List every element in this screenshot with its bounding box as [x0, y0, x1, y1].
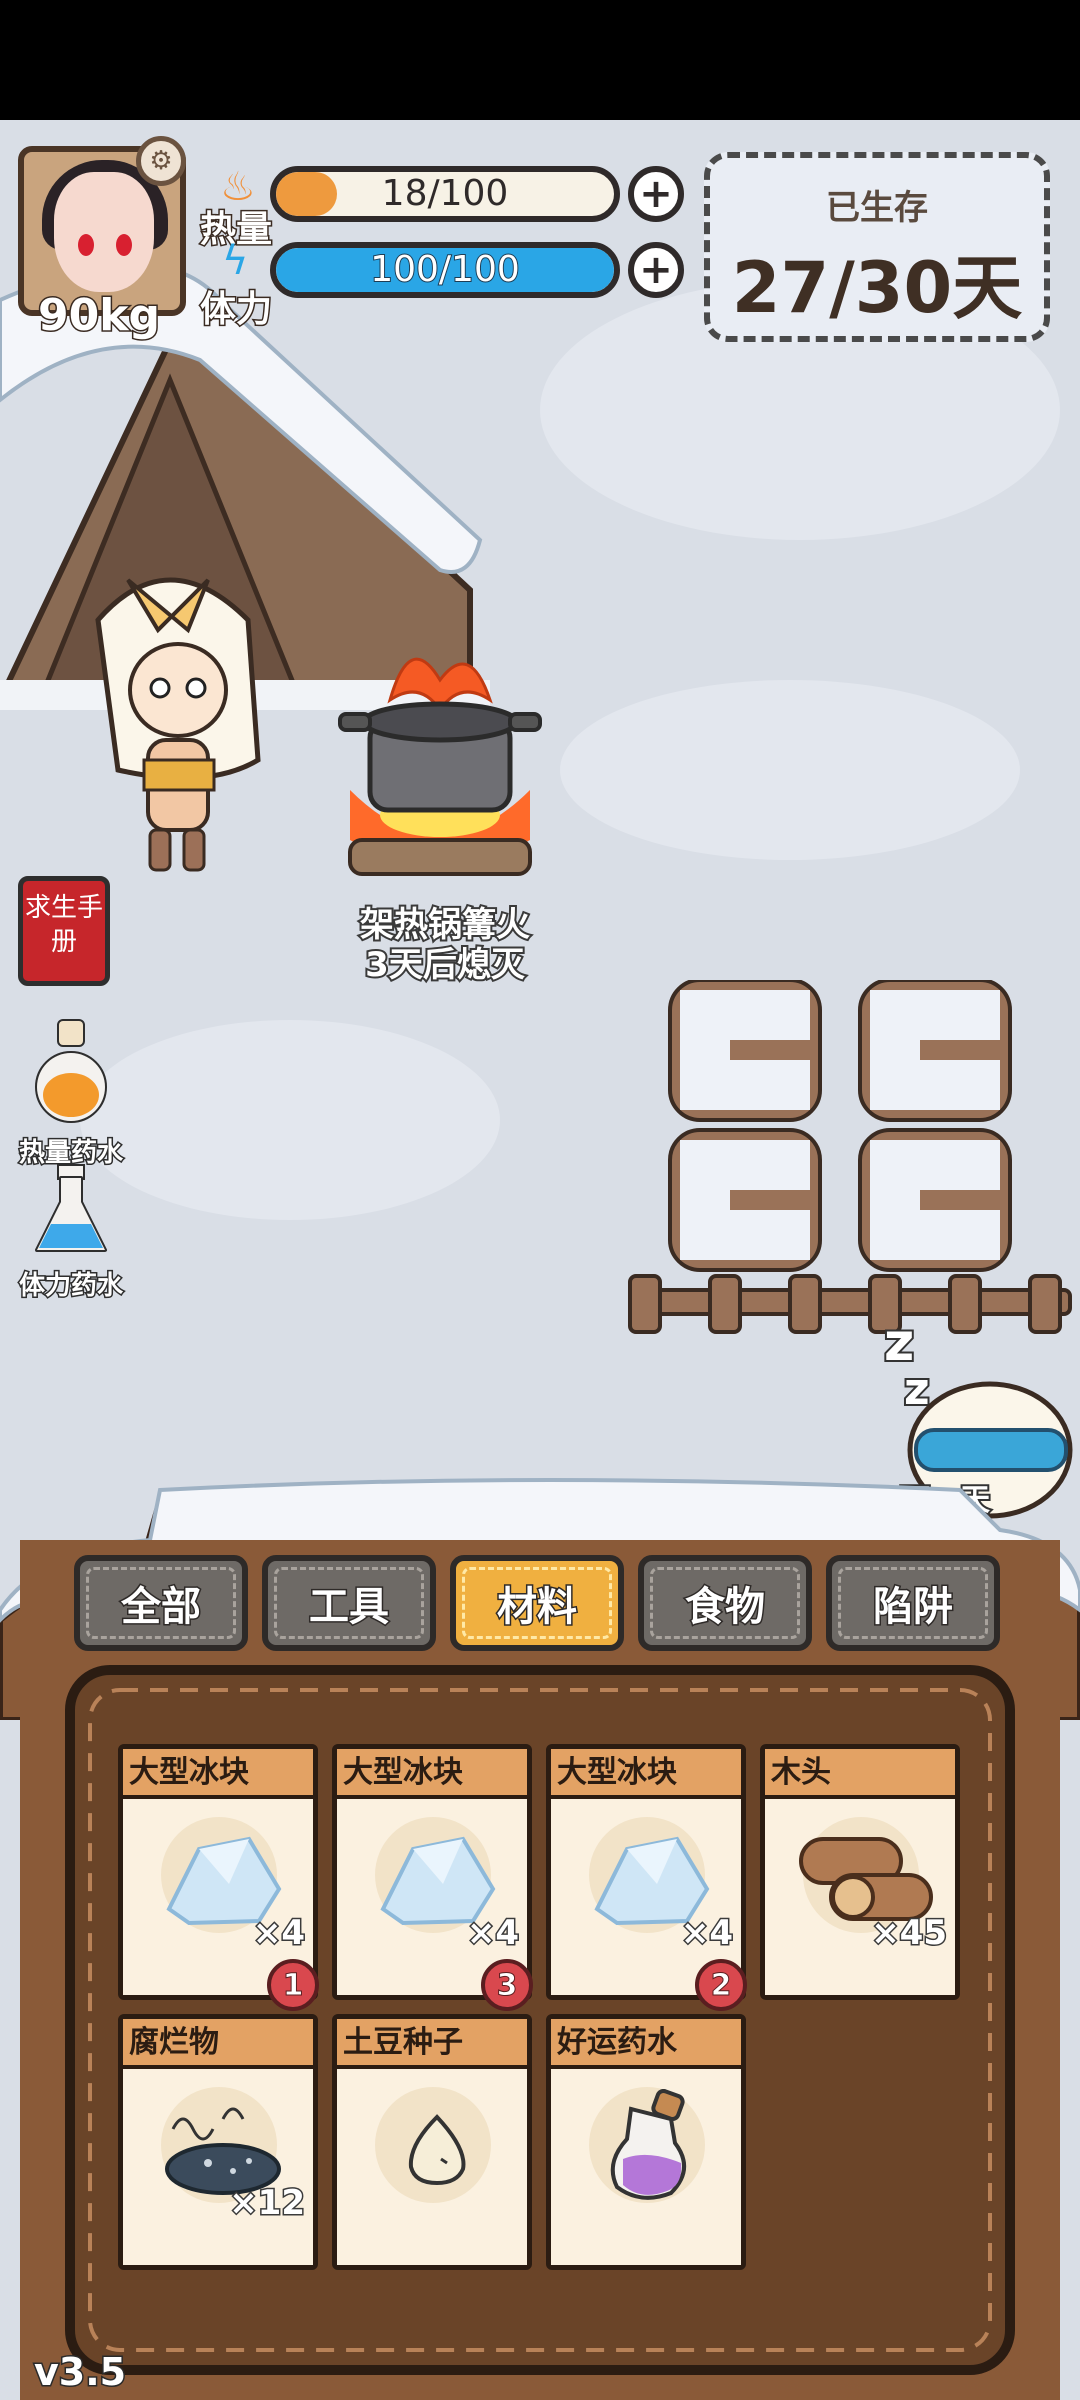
- survived-days: 27/30天: [731, 247, 1023, 329]
- gear-icon[interactable]: ⚙: [136, 136, 186, 186]
- potato-seed-icon: [408, 2114, 466, 2186]
- inventory-item[interactable]: 土豆种子: [332, 2014, 532, 2270]
- campfire-pot[interactable]: [330, 640, 550, 890]
- manual-label: 求生手册: [24, 893, 103, 957]
- tab-food[interactable]: 食物: [638, 1555, 812, 1651]
- item-timer-badge: 3: [481, 1959, 533, 2011]
- inventory-item[interactable]: 大型冰块 ×4 2: [546, 1744, 747, 2011]
- item-name: 大型冰块: [123, 1749, 313, 1799]
- inventory-item[interactable]: 腐烂物 ×12: [118, 2014, 318, 2270]
- tab-materials[interactable]: 材料: [450, 1555, 624, 1651]
- campfire-timer: 3天后熄灭: [363, 943, 527, 987]
- tab-materials-label: 材料: [462, 1567, 612, 1639]
- inventory-item[interactable]: 大型冰块 ×4 3: [332, 1744, 533, 2011]
- weight-value: 90kg: [37, 289, 162, 343]
- stamina-potion-label: 体力药水: [17, 1270, 124, 1303]
- stamina-bar: 100/100: [270, 242, 620, 298]
- stamina-potion-icon: [35, 1164, 107, 1252]
- snow-patch: [80, 1020, 500, 1220]
- item-quantity: ×4: [679, 1912, 734, 1955]
- item-quantity: ×45: [870, 1912, 949, 1955]
- item-name: 土豆种子: [337, 2019, 527, 2069]
- survival-days-board: 已生存 27/30天: [704, 152, 1050, 342]
- survival-manual-button[interactable]: 求生手册: [18, 876, 110, 986]
- stamina-label: 体力: [198, 288, 273, 332]
- tab-tools-label: 工具: [274, 1567, 424, 1639]
- item-timer-badge: 2: [695, 1959, 747, 2011]
- category-tabs: 全部 工具 材料 食物 陷阱: [74, 1555, 1014, 1651]
- status-bar: [0, 0, 1080, 120]
- tab-traps-label: 陷阱: [838, 1567, 988, 1639]
- stamina-potion-button[interactable]: 体力药水: [6, 1162, 136, 1303]
- item-quantity: ×12: [228, 2182, 307, 2225]
- item-name: 大型冰块: [337, 1749, 527, 1799]
- campfire-label: 架热锅篝火 3天后熄灭: [300, 903, 590, 987]
- inventory-item[interactable]: 木头 ×45: [760, 1744, 960, 2000]
- item-quantity: ×4: [251, 1912, 306, 1955]
- heat-potion-button[interactable]: 热量药水: [6, 1015, 136, 1170]
- player-character[interactable]: [58, 560, 278, 890]
- item-name: 腐烂物: [123, 2019, 313, 2069]
- campfire-name: 架热锅篝火: [358, 903, 532, 947]
- heat-bar: 18/100: [270, 166, 620, 222]
- heat-value: 18/100: [381, 173, 509, 214]
- version-label: v3.5: [32, 2349, 127, 2396]
- add-stamina-button[interactable]: +: [628, 242, 684, 298]
- heat-potion-icon: [35, 1019, 107, 1123]
- tab-food-label: 食物: [650, 1567, 800, 1639]
- survived-title: 已生存: [826, 188, 928, 228]
- item-name: 好运药水: [551, 2019, 741, 2069]
- tab-all-label: 全部: [86, 1567, 236, 1639]
- tab-traps[interactable]: 陷阱: [826, 1555, 1000, 1651]
- item-name: 木头: [765, 1749, 955, 1799]
- lightning-icon: ϟ: [222, 238, 249, 284]
- tab-tools[interactable]: 工具: [262, 1555, 436, 1651]
- inventory-item[interactable]: 大型冰块 ×4 1: [118, 1744, 319, 2011]
- snow-patch: [560, 680, 1020, 860]
- add-heat-button[interactable]: +: [628, 166, 684, 222]
- luck-potion-icon: [610, 2089, 686, 2200]
- item-quantity: ×4: [465, 1912, 520, 1955]
- inventory-item[interactable]: 好运药水: [546, 2014, 746, 2270]
- item-timer-badge: 1: [267, 1959, 319, 2011]
- tab-all[interactable]: 全部: [74, 1555, 248, 1651]
- item-name: 大型冰块: [551, 1749, 741, 1799]
- stamina-value: 100/100: [369, 248, 521, 291]
